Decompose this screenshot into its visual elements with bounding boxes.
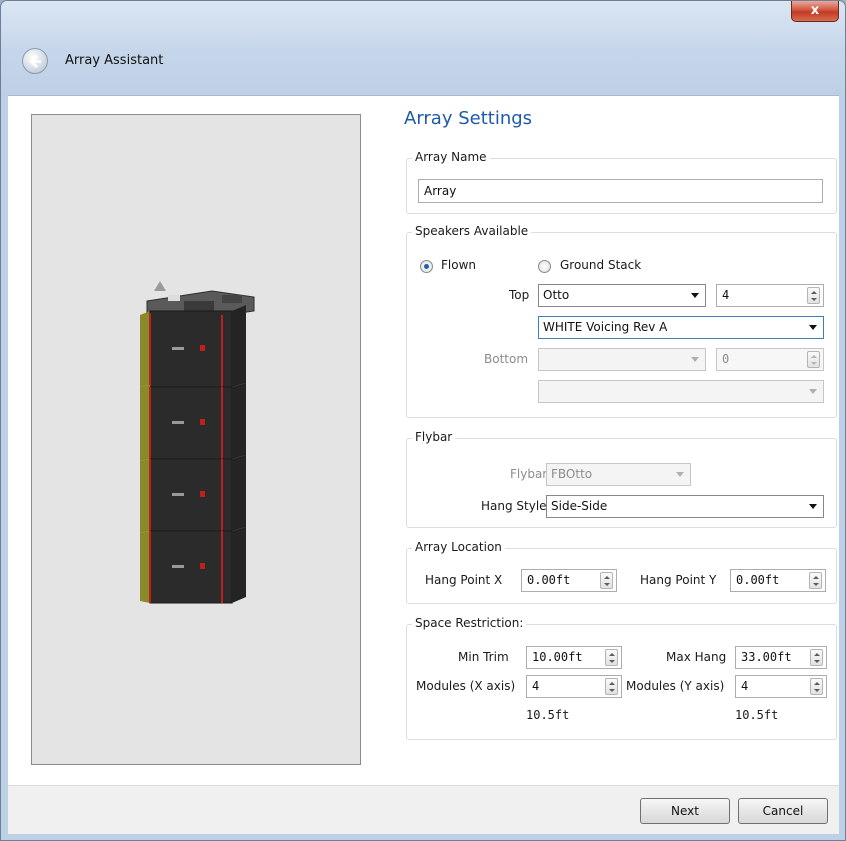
space-restriction-group-title: Space Restriction: xyxy=(412,616,527,630)
hang-point-x-spinner[interactable]: 0.00ft xyxy=(521,569,617,592)
hang-point-y-label: Hang Point Y xyxy=(640,573,717,587)
bottom-count-spinner[interactable]: 0 xyxy=(716,348,824,371)
speaker-module-3 xyxy=(140,455,246,533)
modules-x-size: 10.5ft xyxy=(526,708,570,722)
bottom-label: Bottom xyxy=(484,352,529,366)
chevron-down-icon xyxy=(676,472,684,477)
flybar-group-title: Flybar xyxy=(412,430,456,444)
chevron-down-icon xyxy=(809,325,817,330)
hang-point-y-spinner[interactable]: 0.00ft xyxy=(730,569,826,592)
hang-style-select[interactable]: Side-Side xyxy=(546,495,824,518)
flybar-select[interactable]: FBOtto xyxy=(546,463,691,486)
back-button[interactable] xyxy=(22,48,48,74)
modules-x-label: Modules (X axis) xyxy=(416,679,516,693)
min-trim-label: Min Trim xyxy=(458,650,509,664)
hang-point-x-label: Hang Point X xyxy=(425,573,503,587)
content-panel: Array Settings Array Name Speakers Avail… xyxy=(8,95,839,785)
bottom-model-select[interactable] xyxy=(538,348,706,371)
array-location-group-title: Array Location xyxy=(412,540,505,554)
chevron-down-icon xyxy=(691,357,699,362)
page-title: Array Settings xyxy=(404,108,533,129)
spinner-arrows-icon[interactable] xyxy=(600,572,613,589)
spinner-arrows-icon[interactable] xyxy=(810,649,823,666)
space-restriction-group: Space Restriction: Min Trim 10.00ft Max … xyxy=(406,616,837,740)
speaker-module-4 xyxy=(140,527,246,604)
close-icon: x xyxy=(810,3,820,18)
spinner-arrows-icon[interactable] xyxy=(605,649,618,666)
hang-style-value: Side-Side xyxy=(551,499,608,513)
modules-y-spinner[interactable]: 4 xyxy=(735,675,827,698)
top-model-value: Otto xyxy=(543,288,570,302)
spinner-arrows-icon[interactable] xyxy=(809,572,822,589)
next-button[interactable]: Next xyxy=(640,798,730,824)
modules-x-spinner[interactable]: 4 xyxy=(526,675,622,698)
top-label: Top xyxy=(509,288,530,302)
top-model-select[interactable]: Otto xyxy=(538,284,706,307)
array-name-group-title: Array Name xyxy=(412,150,490,164)
speaker-array-illustration xyxy=(140,281,255,604)
flybar-label: Flybar xyxy=(510,467,548,481)
ground-stack-label: Ground Stack xyxy=(560,258,642,272)
spinner-arrows-icon[interactable] xyxy=(807,287,820,304)
close-button[interactable]: x xyxy=(791,1,839,22)
top-count-spinner[interactable]: 4 xyxy=(716,284,824,307)
min-trim-value: 10.00ft xyxy=(532,650,583,664)
top-count-value: 4 xyxy=(722,288,730,302)
hang-style-label: Hang Style xyxy=(481,499,547,513)
cancel-button[interactable]: Cancel xyxy=(738,798,828,824)
window-title: Array Assistant xyxy=(65,53,164,68)
array-name-input[interactable] xyxy=(418,179,823,203)
bottom-count-value: 0 xyxy=(722,352,730,366)
min-trim-spinner[interactable]: 10.00ft xyxy=(526,646,622,669)
array-name-group: Array Name xyxy=(406,150,837,214)
flown-label: Flown xyxy=(441,258,476,272)
chevron-down-icon xyxy=(809,504,817,509)
modules-y-size: 10.5ft xyxy=(735,708,779,722)
speakers-available-group-title: Speakers Available xyxy=(412,224,532,238)
max-hang-spinner[interactable]: 33.00ft xyxy=(735,646,827,669)
speaker-module-2 xyxy=(140,383,246,461)
ground-stack-radio[interactable] xyxy=(538,260,551,273)
top-voicing-value: WHITE Voicing Rev A xyxy=(543,320,668,334)
modules-y-label: Modules (Y axis) xyxy=(626,679,725,693)
max-hang-value: 33.00ft xyxy=(741,650,792,664)
top-voicing-select[interactable]: WHITE Voicing Rev A xyxy=(538,316,824,339)
spinner-arrows-icon[interactable] xyxy=(605,678,618,695)
flybar-group: Flybar Flybar FBOtto Hang Style Side-Sid… xyxy=(406,430,837,528)
modules-x-value: 4 xyxy=(532,679,540,693)
spinner-arrows-icon[interactable] xyxy=(810,678,823,695)
bottom-voicing-select[interactable] xyxy=(538,380,824,403)
flybar-value: FBOtto xyxy=(551,467,593,481)
hang-point-y-value: 0.00ft xyxy=(736,573,780,587)
hang-point-x-value: 0.00ft xyxy=(527,573,571,587)
chevron-down-icon xyxy=(809,389,817,394)
speakers-available-group: Speakers Available Flown Ground Stack To… xyxy=(406,224,837,418)
back-arrow-icon xyxy=(29,55,41,68)
speaker-module-1 xyxy=(140,305,246,388)
array-assistant-window: x Array Assistant Array Settings Array N… xyxy=(0,0,846,841)
array-location-group: Array Location Hang Point X 0.00ft Hang … xyxy=(406,540,837,604)
chevron-down-icon xyxy=(691,293,699,298)
modules-y-value: 4 xyxy=(741,679,749,693)
spinner-arrows-icon[interactable] xyxy=(807,351,820,368)
flown-radio[interactable] xyxy=(420,260,433,273)
dialog-footer: Next Cancel xyxy=(8,785,839,834)
array-preview xyxy=(31,114,361,765)
max-hang-label: Max Hang xyxy=(666,650,727,664)
